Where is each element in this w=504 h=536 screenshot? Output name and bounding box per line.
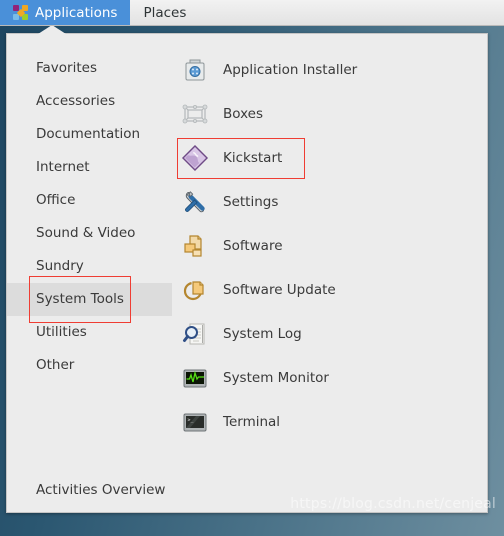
- application-list: Application Installer Boxes Kickstart Se…: [172, 34, 487, 512]
- app-label: System Monitor: [223, 370, 329, 386]
- category-label: Sound & Video: [36, 225, 136, 241]
- category-item-accessories[interactable]: Accessories: [7, 85, 172, 118]
- terminal-icon: >_: [181, 408, 209, 436]
- app-label: Settings: [223, 194, 279, 210]
- category-item-documentation[interactable]: Documentation: [7, 118, 172, 151]
- system-log-icon: [181, 320, 209, 348]
- category-item-sundry[interactable]: Sundry: [7, 250, 172, 283]
- app-label: Software Update: [223, 282, 336, 298]
- top-panel: Applications Places: [0, 0, 504, 26]
- app-item-kickstart[interactable]: Kickstart: [172, 136, 487, 180]
- category-list: Favorites Accessories Documentation Inte…: [7, 34, 172, 512]
- app-label: Application Installer: [223, 62, 358, 78]
- app-item-application-installer[interactable]: Application Installer: [172, 48, 487, 92]
- category-label: System Tools: [29, 276, 131, 323]
- category-item-utilities[interactable]: Utilities: [7, 316, 172, 349]
- app-item-terminal[interactable]: >_ Terminal: [172, 400, 487, 444]
- app-item-system-log[interactable]: System Log: [172, 312, 487, 356]
- category-item-system-tools[interactable]: System Tools: [7, 276, 172, 323]
- category-item-sound-video[interactable]: Sound & Video: [7, 217, 172, 250]
- category-label: Office: [36, 192, 76, 208]
- category-label: Favorites: [36, 60, 97, 76]
- category-label: Other: [36, 357, 75, 373]
- kickstart-icon: [181, 144, 209, 172]
- boxes-icon: [181, 100, 209, 128]
- places-menu-button[interactable]: Places: [130, 0, 199, 25]
- app-item-system-monitor[interactable]: System Monitor: [172, 356, 487, 400]
- category-label: Internet: [36, 159, 90, 175]
- app-item-software-update[interactable]: Software Update: [172, 268, 487, 312]
- category-item-favorites[interactable]: Favorites: [7, 52, 172, 85]
- system-monitor-icon: [181, 364, 209, 392]
- applications-menu-label: Applications: [35, 4, 118, 21]
- svg-text:>_: >_: [188, 418, 195, 424]
- places-menu-label: Places: [143, 4, 187, 21]
- app-item-boxes[interactable]: Boxes: [172, 92, 487, 136]
- app-label: Software: [223, 238, 283, 254]
- activities-overview-label: Activities Overview: [36, 482, 166, 498]
- app-label: Terminal: [223, 414, 281, 430]
- software-icon: [181, 232, 209, 260]
- applications-menu-panel: Favorites Accessories Documentation Inte…: [6, 33, 488, 513]
- applications-menu-button[interactable]: Applications: [0, 0, 131, 25]
- category-item-office[interactable]: Office: [7, 184, 172, 217]
- app-item-software[interactable]: Software: [172, 224, 487, 268]
- category-label: Accessories: [36, 93, 116, 109]
- package-installer-icon: [181, 56, 209, 84]
- software-update-icon: [181, 276, 209, 304]
- centos-logo-icon: [13, 5, 28, 20]
- activities-overview-button[interactable]: Activities Overview: [7, 482, 165, 498]
- category-item-internet[interactable]: Internet: [7, 151, 172, 184]
- app-label: Kickstart: [223, 150, 283, 166]
- app-item-settings[interactable]: Settings: [172, 180, 487, 224]
- menu-pointer-arrow: [38, 25, 66, 34]
- app-label: Boxes: [223, 106, 264, 122]
- category-label: Utilities: [36, 324, 87, 340]
- category-label: Sundry: [36, 258, 84, 274]
- category-label: Documentation: [36, 126, 141, 142]
- app-label: System Log: [223, 326, 302, 342]
- category-item-other[interactable]: Other: [7, 349, 172, 382]
- tools-settings-icon: [181, 188, 209, 216]
